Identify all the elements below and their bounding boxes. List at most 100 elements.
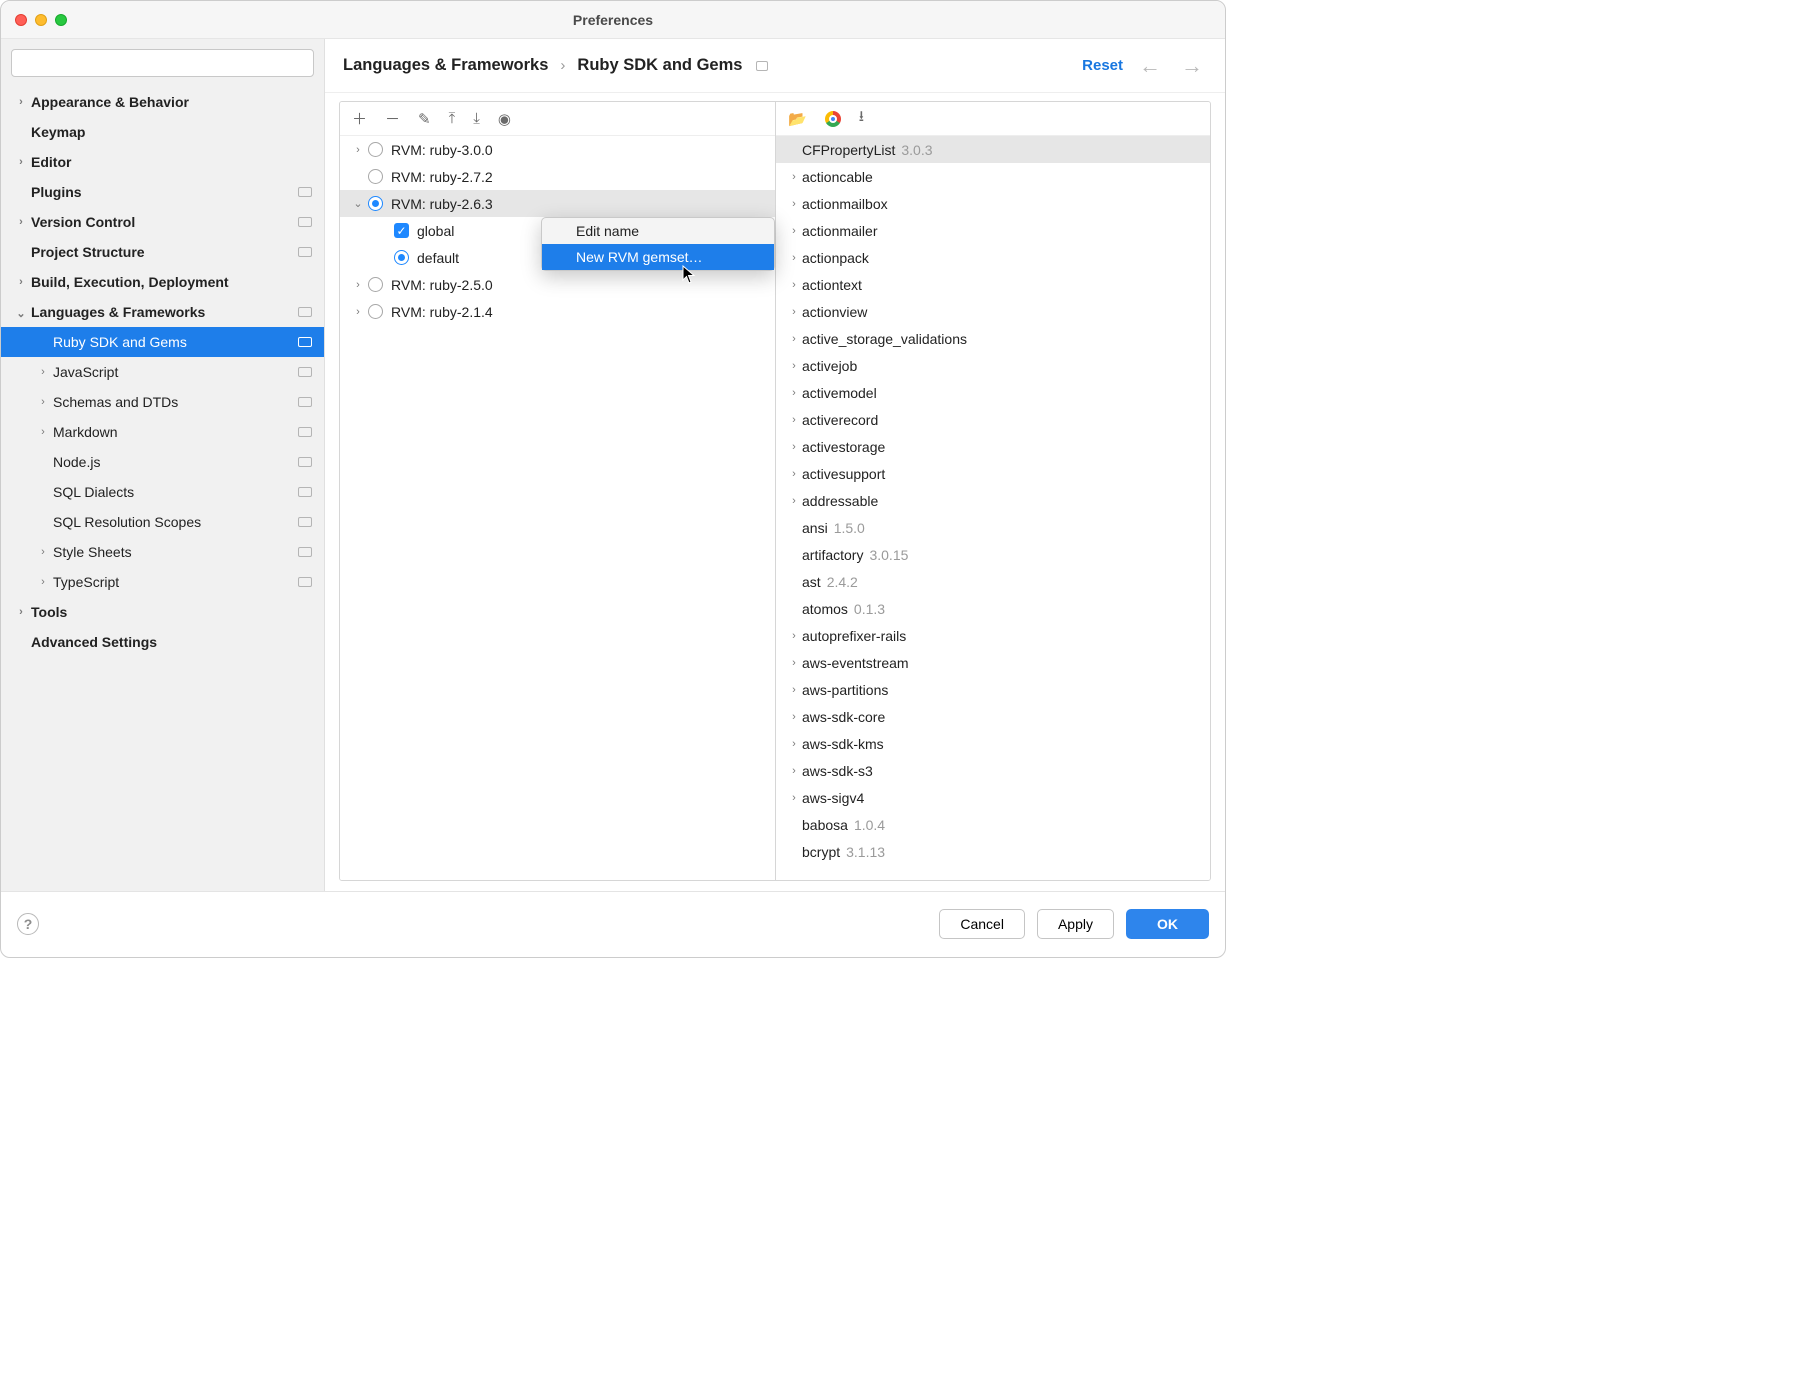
gem-row[interactable]: ›activesupport <box>776 460 1210 487</box>
sidebar-item[interactable]: Keymap <box>1 117 324 147</box>
sdk-row[interactable]: ⌄RVM: ruby-2.6.3 <box>340 190 775 217</box>
sidebar-item[interactable]: Advanced Settings <box>1 627 324 657</box>
gem-row[interactable]: ›aws-sdk-core <box>776 703 1210 730</box>
gem-row[interactable]: artifactory3.0.15 <box>776 541 1210 568</box>
breadcrumb-parent[interactable]: Languages & Frameworks <box>343 56 548 75</box>
gem-name: aws-eventstream <box>802 655 909 671</box>
gem-row[interactable]: ›aws-partitions <box>776 676 1210 703</box>
apply-button[interactable]: Apply <box>1037 909 1114 939</box>
search-input[interactable] <box>11 49 314 77</box>
collapse-icon[interactable]: ⤒ <box>449 110 456 127</box>
gem-row[interactable]: ›autoprefixer-rails <box>776 622 1210 649</box>
gem-version: 1.5.0 <box>834 520 865 536</box>
gem-row[interactable]: ›aws-sdk-kms <box>776 730 1210 757</box>
sidebar-item[interactable]: Build, Execution, Deployment <box>1 267 324 297</box>
sidebar-item[interactable]: Style Sheets <box>1 537 324 567</box>
sidebar-item-label: Appearance & Behavior <box>31 94 324 110</box>
sdk-row[interactable]: ›RVM: ruby-2.5.0 <box>340 271 775 298</box>
folder-icon[interactable]: 📂 <box>788 110 807 128</box>
gem-row[interactable]: ›actioncable <box>776 163 1210 190</box>
sidebar-item[interactable]: Editor <box>1 147 324 177</box>
ok-button[interactable]: OK <box>1126 909 1209 939</box>
expand-chevron-icon: › <box>786 441 802 453</box>
gem-row[interactable]: ›actionview <box>776 298 1210 325</box>
sidebar-item[interactable]: Node.js <box>1 447 324 477</box>
sidebar-item[interactable]: Version Control <box>1 207 324 237</box>
radio-icon[interactable] <box>394 250 409 265</box>
sidebar-item-label: Advanced Settings <box>31 634 324 650</box>
expand-chevron-icon: › <box>786 684 802 696</box>
sidebar-item[interactable]: Project Structure <box>1 237 324 267</box>
sidebar-item[interactable]: Markdown <box>1 417 324 447</box>
gem-row[interactable]: ›aws-eventstream <box>776 649 1210 676</box>
sidebar-item[interactable]: Schemas and DTDs <box>1 387 324 417</box>
scope-icon <box>298 217 312 227</box>
gem-row[interactable]: ›activerecord <box>776 406 1210 433</box>
sdk-row[interactable]: ›RVM: ruby-2.1.4 <box>340 298 775 325</box>
gem-row[interactable]: ›activemodel <box>776 379 1210 406</box>
gem-row[interactable]: babosa1.0.4 <box>776 811 1210 838</box>
reset-button[interactable]: Reset <box>1082 57 1123 74</box>
gem-row[interactable]: bcrypt3.1.13 <box>776 838 1210 865</box>
expand-chevron-icon: › <box>786 198 802 210</box>
download-icon[interactable]: ⭳ <box>859 106 864 131</box>
sidebar-item[interactable]: SQL Resolution Scopes <box>1 507 324 537</box>
sidebar-item-label: Languages & Frameworks <box>31 304 298 320</box>
sidebar-item[interactable]: TypeScript <box>1 567 324 597</box>
radio-icon[interactable] <box>368 169 383 184</box>
radio-icon[interactable] <box>368 142 383 157</box>
radio-icon[interactable] <box>368 304 383 319</box>
show-icon[interactable]: ◉ <box>498 110 511 128</box>
sdk-row-label: default <box>417 250 459 266</box>
radio-icon[interactable] <box>368 196 383 211</box>
gem-row[interactable]: ›activestorage <box>776 433 1210 460</box>
edit-icon[interactable]: ✎ <box>418 110 431 128</box>
sidebar-item[interactable]: SQL Dialects <box>1 477 324 507</box>
gem-row[interactable]: ast2.4.2 <box>776 568 1210 595</box>
gem-name: aws-sdk-core <box>802 709 885 725</box>
scope-icon <box>298 457 312 467</box>
sidebar-item[interactable]: Tools <box>1 597 324 627</box>
sidebar-item[interactable]: Languages & Frameworks <box>1 297 324 327</box>
scope-icon <box>298 397 312 407</box>
back-icon[interactable]: ← <box>1135 53 1165 79</box>
gem-row[interactable]: atomos0.1.3 <box>776 595 1210 622</box>
sdk-row[interactable]: RVM: ruby-2.7.2 <box>340 163 775 190</box>
cancel-button[interactable]: Cancel <box>939 909 1025 939</box>
forward-icon[interactable]: → <box>1177 53 1207 79</box>
context-menu-item[interactable]: Edit name <box>542 218 774 244</box>
gem-row[interactable]: ›addressable <box>776 487 1210 514</box>
gem-row[interactable]: ansi1.5.0 <box>776 514 1210 541</box>
expand-chevron-icon: › <box>786 495 802 507</box>
checkbox-icon[interactable]: ✓ <box>394 223 409 238</box>
sidebar-item[interactable]: Ruby SDK and Gems <box>1 327 324 357</box>
expand-icon[interactable]: ⤓ <box>473 110 480 127</box>
gem-row[interactable]: ›actionmailer <box>776 217 1210 244</box>
gem-row[interactable]: ›actionpack <box>776 244 1210 271</box>
gem-row[interactable]: ›actiontext <box>776 271 1210 298</box>
chrome-icon[interactable] <box>825 111 841 127</box>
breadcrumb-current: Ruby SDK and Gems <box>577 56 742 75</box>
sidebar-item[interactable]: Plugins <box>1 177 324 207</box>
remove-icon[interactable]: － <box>385 108 400 129</box>
gem-row[interactable]: ›actionmailbox <box>776 190 1210 217</box>
sdk-row[interactable]: ›RVM: ruby-3.0.0 <box>340 136 775 163</box>
gem-name: actionmailbox <box>802 196 888 212</box>
gem-row[interactable]: ›activejob <box>776 352 1210 379</box>
gem-row[interactable]: ›aws-sdk-s3 <box>776 757 1210 784</box>
gem-name: CFPropertyList <box>802 142 895 158</box>
sidebar-item[interactable]: Appearance & Behavior <box>1 87 324 117</box>
radio-icon[interactable] <box>368 277 383 292</box>
gem-row[interactable]: ›aws-sigv4 <box>776 784 1210 811</box>
sdk-row-label: RVM: ruby-2.5.0 <box>391 277 493 293</box>
help-icon[interactable]: ? <box>17 913 39 935</box>
gem-row[interactable]: ›active_storage_validations <box>776 325 1210 352</box>
chevron-icon <box>35 576 51 588</box>
sidebar-item-label: Markdown <box>53 424 298 440</box>
gem-row[interactable]: CFPropertyList3.0.3 <box>776 136 1210 163</box>
sidebar-item[interactable]: JavaScript <box>1 357 324 387</box>
add-icon[interactable]: ＋ <box>352 108 367 129</box>
context-menu-item[interactable]: New RVM gemset… <box>542 244 774 270</box>
expand-chevron-icon: › <box>786 657 802 669</box>
cursor-icon <box>682 265 696 285</box>
